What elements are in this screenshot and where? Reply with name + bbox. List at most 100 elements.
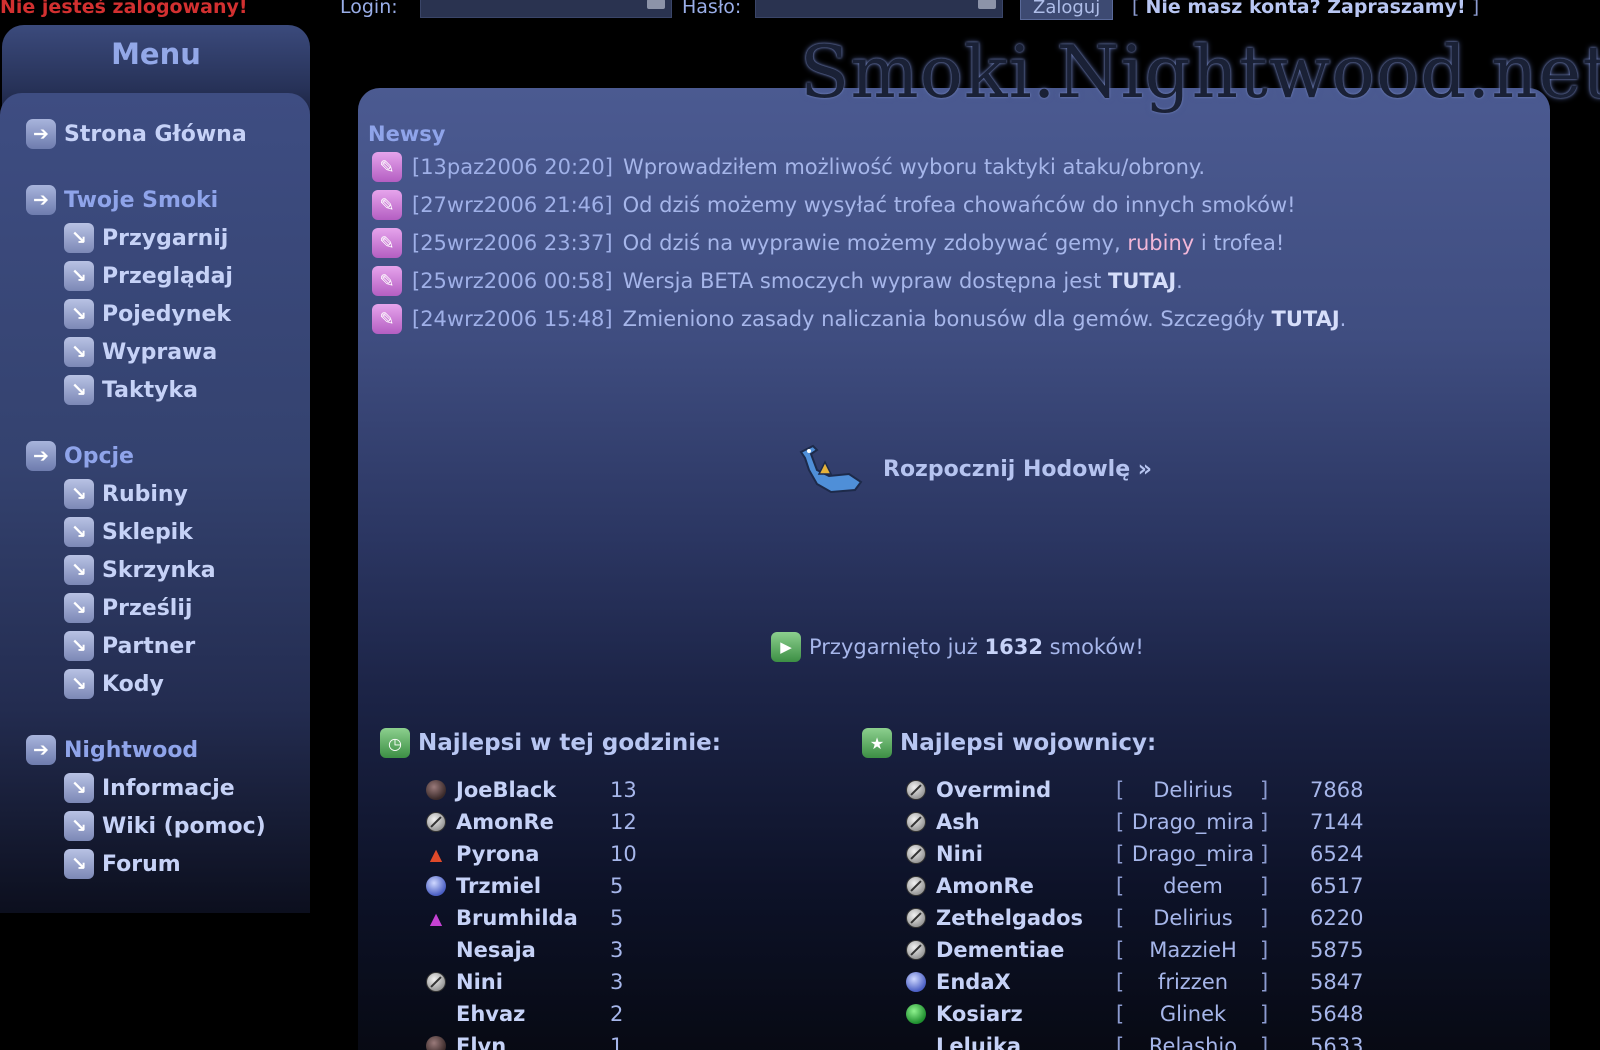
dragon-name-link[interactable]: Elvn bbox=[456, 1034, 506, 1050]
bracket-open: [ bbox=[1116, 906, 1125, 930]
dragon-icon bbox=[795, 440, 865, 498]
sidebar-item-forum[interactable]: ↘ Forum bbox=[64, 849, 181, 879]
dragon-name-link[interactable]: Dementiae bbox=[936, 938, 1064, 962]
sidebar-item-pojedynek[interactable]: ↘ Pojedynek bbox=[64, 299, 231, 329]
sidebar-item-partner[interactable]: ↘ Partner bbox=[64, 631, 195, 661]
register-link-text[interactable]: Nie masz konta? Zapraszamy! bbox=[1145, 0, 1465, 18]
best-hour-title: Najlepsi w tej godzinie: bbox=[418, 730, 721, 756]
dragon-name-link[interactable]: Brumhilda bbox=[456, 906, 578, 930]
slash-gem-icon bbox=[906, 876, 926, 896]
owner-name-link[interactable]: Glinek bbox=[1128, 1002, 1258, 1026]
password-input[interactable] bbox=[755, 0, 1003, 18]
warrior-score: 6524 bbox=[1310, 842, 1364, 866]
gem-placeholder bbox=[426, 940, 446, 960]
start-breeding-label[interactable]: Rozpocznij Hodowlę » bbox=[883, 457, 1152, 482]
owner-name-link[interactable]: Drago_mira bbox=[1128, 842, 1258, 866]
dragon-name-link[interactable]: Pyrona bbox=[456, 842, 539, 866]
owner-name-link[interactable]: Delirius bbox=[1128, 906, 1258, 930]
sidebar-section-nightwood[interactable]: ➔ Nightwood bbox=[26, 735, 198, 765]
dragon-score: 5 bbox=[610, 874, 624, 898]
dark-gem-icon bbox=[426, 1036, 446, 1050]
sidebar-item-label: Taktyka bbox=[102, 377, 198, 403]
dragon-score: 5 bbox=[610, 906, 624, 930]
owner-name-link[interactable]: Drago_mira bbox=[1128, 810, 1258, 834]
sidebar-item-label: Informacje bbox=[102, 775, 235, 801]
owner-name-link[interactable]: MazzieH bbox=[1128, 938, 1258, 962]
bracket-close: ] bbox=[1260, 778, 1269, 802]
dragon-name-link[interactable]: Zethelgados bbox=[936, 906, 1083, 930]
dragon-name-link[interactable]: JoeBlack bbox=[456, 778, 556, 802]
news-date: [25wrz2006 23:37] bbox=[412, 231, 613, 255]
dragon-name-link[interactable]: Trzmiel bbox=[456, 874, 541, 898]
site-logo[interactable]: Smoki.Nightwood.net bbox=[800, 30, 1600, 114]
blue-gem-icon bbox=[906, 972, 926, 992]
best-warrior-row: Dementiae [MazzieH] 5875 bbox=[906, 935, 1386, 965]
rubiny-link[interactable]: rubiny bbox=[1127, 231, 1194, 255]
sidebar-item-rubiny[interactable]: ↘ Rubiny bbox=[64, 479, 188, 509]
sidebar-item-przygarnij[interactable]: ↘ Przygarnij bbox=[64, 223, 228, 253]
warrior-score: 7144 bbox=[1310, 810, 1364, 834]
login-input[interactable] bbox=[420, 0, 672, 18]
owner-name-link[interactable]: Delirius bbox=[1128, 778, 1258, 802]
bracket-close: ] bbox=[1471, 0, 1480, 18]
owner-name-link[interactable]: frizzen bbox=[1128, 970, 1258, 994]
tutaj-link[interactable]: TUTAJ bbox=[1272, 307, 1340, 331]
sidebar-section-label: Twoje Smoki bbox=[64, 187, 219, 213]
counter-value: 1632 bbox=[984, 635, 1043, 659]
bracket-open: [ bbox=[1116, 938, 1125, 962]
arrow-down-right-icon: ↘ bbox=[64, 299, 94, 329]
best-hour-header: ◷ Najlepsi w tej godzinie: bbox=[380, 728, 721, 758]
fire-gem-icon: ▲ bbox=[429, 844, 443, 864]
arrow-right-icon: ➔ bbox=[26, 119, 56, 149]
login-bar: Nie jesteś zalogowany! Login: Hasło: Zal… bbox=[0, 0, 1600, 22]
sidebar-item-label: Pojedynek bbox=[102, 301, 232, 327]
sidebar-item-kody[interactable]: ↘ Kody bbox=[64, 669, 164, 699]
register-link[interactable]: [ Nie masz konta? Zapraszamy! ] bbox=[1132, 0, 1479, 18]
best-warriors-title: Najlepsi wojownicy: bbox=[900, 730, 1157, 756]
dragon-name-link[interactable]: Nesaja bbox=[456, 938, 536, 962]
tutaj-link[interactable]: TUTAJ bbox=[1108, 269, 1176, 293]
owner-name-link[interactable]: deem bbox=[1128, 874, 1258, 898]
sidebar-item-label: Wiki (pomoc) bbox=[102, 813, 266, 839]
start-breeding[interactable]: Rozpocznij Hodowlę » bbox=[795, 440, 1152, 498]
dragon-name-link[interactable]: Ash bbox=[936, 810, 980, 834]
sidebar-item-label: Prześlij bbox=[102, 595, 193, 621]
bracket-open: [ bbox=[1116, 970, 1125, 994]
login-button[interactable]: Zaloguj bbox=[1020, 0, 1114, 20]
sidebar-item-przegladaj[interactable]: ↘ Przeglądaj bbox=[64, 261, 233, 291]
slash-gem-icon bbox=[906, 844, 926, 864]
warrior-score: 5875 bbox=[1310, 938, 1364, 962]
slash-gem-icon bbox=[906, 940, 926, 960]
sidebar-section-twoje-smoki[interactable]: ➔ Twoje Smoki bbox=[26, 185, 218, 215]
sidebar-section-opcje[interactable]: ➔ Opcje bbox=[26, 441, 134, 471]
dragon-name-link[interactable]: Nini bbox=[456, 970, 503, 994]
dragon-name-link[interactable]: EndaX bbox=[936, 970, 1011, 994]
dragon-name-link[interactable]: Lelujka bbox=[936, 1034, 1021, 1050]
arrow-down-right-icon: ↘ bbox=[64, 555, 94, 585]
sidebar-item-przeslij[interactable]: ↘ Prześlij bbox=[64, 593, 192, 623]
bracket-close: ] bbox=[1260, 874, 1269, 898]
dragon-name-link[interactable]: Overmind bbox=[936, 778, 1051, 802]
sidebar-item-label: Skrzynka bbox=[102, 557, 216, 583]
login-label: Login: bbox=[340, 0, 398, 18]
owner-name-link[interactable]: Relashio bbox=[1128, 1034, 1258, 1050]
news-title: Newsy bbox=[368, 122, 446, 146]
sidebar-item-taktyka[interactable]: ↘ Taktyka bbox=[64, 375, 198, 405]
dragon-name-link[interactable]: Nini bbox=[936, 842, 983, 866]
dragon-name-link[interactable]: Kosiarz bbox=[936, 1002, 1023, 1026]
sidebar-item-informacje[interactable]: ↘ Informacje bbox=[64, 773, 235, 803]
dragon-name-link[interactable]: AmonRe bbox=[936, 874, 1034, 898]
dragon-name-link[interactable]: Ehvaz bbox=[456, 1002, 525, 1026]
sidebar-item-sklepik[interactable]: ↘ Sklepik bbox=[64, 517, 193, 547]
news-text: . bbox=[1176, 269, 1183, 293]
sidebar-item-skrzynka[interactable]: ↘ Skrzynka bbox=[64, 555, 216, 585]
arrow-down-right-icon: ↘ bbox=[64, 375, 94, 405]
bracket-open: [ bbox=[1116, 874, 1125, 898]
sidebar-item-wyprawa[interactable]: ↘ Wyprawa bbox=[64, 337, 217, 367]
sidebar-item-wiki[interactable]: ↘ Wiki (pomoc) bbox=[64, 811, 266, 841]
menu-title: Menu bbox=[111, 37, 201, 71]
sidebar-item-home[interactable]: ➔ Strona Główna bbox=[26, 119, 247, 149]
dragon-name-link[interactable]: AmonRe bbox=[456, 810, 554, 834]
dragon-score: 1 bbox=[610, 1034, 624, 1050]
not-logged-notice: Nie jesteś zalogowany! bbox=[0, 0, 248, 18]
